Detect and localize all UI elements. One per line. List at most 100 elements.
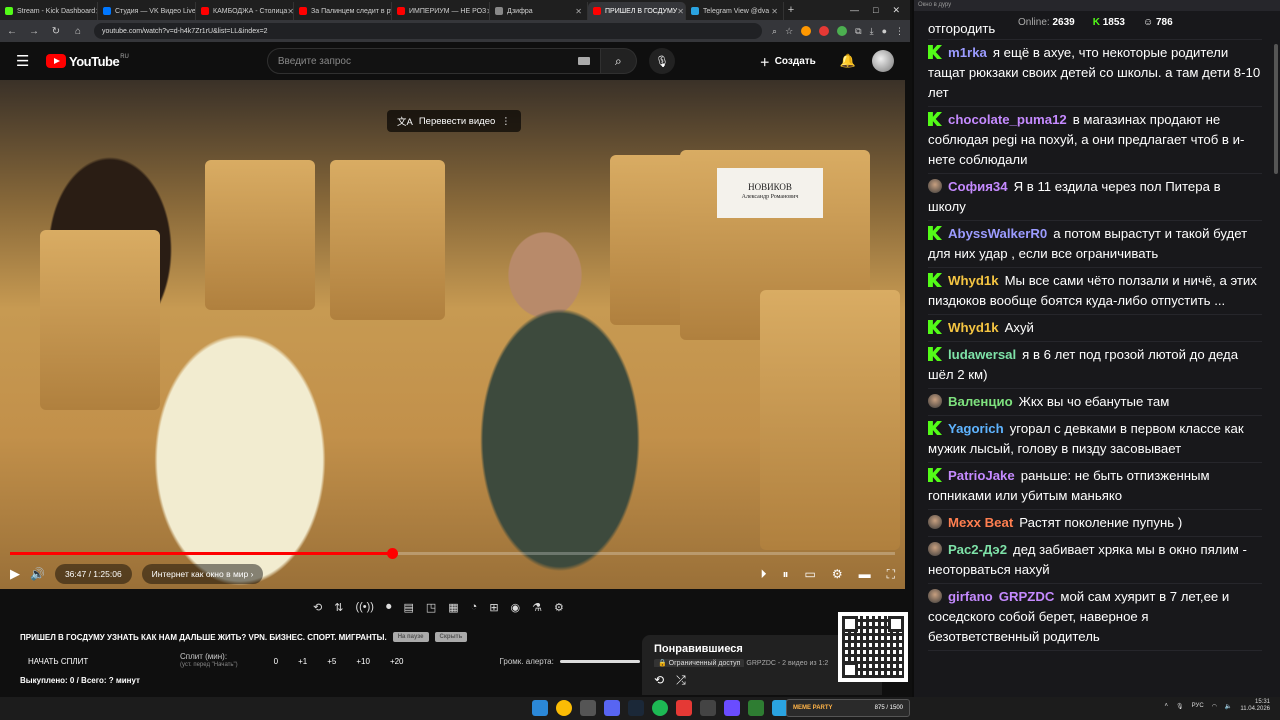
chat-username[interactable]: София34 <box>948 179 1008 194</box>
chapter-button[interactable]: Интернет как окно в мир › <box>141 564 264 584</box>
settings-gear-icon[interactable]: ⚙ <box>832 567 843 582</box>
sort-icon[interactable]: ⇅ <box>334 601 343 614</box>
fullscreen-icon[interactable]: ⛶ <box>887 567 895 582</box>
tab-close-icon[interactable]: ✕ <box>575 7 582 16</box>
keyboard-icon[interactable] <box>577 57 590 65</box>
chat-username[interactable]: Mexx Beat <box>948 515 1013 530</box>
search-button[interactable]: ⌕ <box>600 48 637 74</box>
chat-username[interactable]: Whyd1k <box>948 320 999 335</box>
reload-icon[interactable]: ↻ <box>50 26 62 37</box>
new-tab-icon[interactable]: + <box>784 4 798 16</box>
shuffle-icon[interactable]: ⤮ <box>676 673 686 688</box>
split-option-button[interactable]: +10 <box>356 657 370 666</box>
volume-icon[interactable]: 🔊 <box>30 567 45 581</box>
chat-username[interactable]: ludawersal <box>948 347 1016 362</box>
puzzle-icon[interactable]: ⧉ <box>855 26 861 37</box>
chat-username[interactable]: Yagorich <box>948 421 1004 436</box>
video-player[interactable]: НОВИКОВ Александр Романович 文A Перевести… <box>0 80 905 589</box>
home-icon[interactable]: ⌂ <box>72 26 84 37</box>
camera-icon[interactable]: ◉ <box>511 601 521 614</box>
discord-icon[interactable] <box>604 700 620 716</box>
loop-playlist-icon[interactable]: ⟲ <box>654 673 664 688</box>
clock[interactable]: 15:31 11.04.2026 <box>1240 699 1270 713</box>
tab[interactable]: Telegram View @dva ✕ <box>686 2 784 20</box>
chat-username[interactable]: Валенцио <box>948 394 1013 409</box>
split-option-button[interactable]: +5 <box>327 657 336 666</box>
media-player-icon[interactable] <box>724 700 740 716</box>
profile-icon[interactable]: ● <box>882 26 887 37</box>
explorer-icon[interactable] <box>580 700 596 716</box>
menu-dots-icon[interactable]: ⋮ <box>895 26 904 37</box>
subtitles-icon[interactable]: ▭ <box>804 567 815 582</box>
grid-icon[interactable]: ▦ <box>448 601 458 614</box>
gear-icon[interactable]: ⚙ <box>554 601 564 614</box>
chat-scrollbar[interactable] <box>1274 44 1278 174</box>
tab-close-icon[interactable]: ✕ <box>771 7 778 16</box>
theater-mode-icon[interactable]: ▬ <box>859 567 871 582</box>
extension-icon[interactable] <box>801 25 812 36</box>
alert-volume-slider[interactable] <box>559 659 640 663</box>
tab[interactable]: За Палинцем следит в ру✕ <box>294 2 392 20</box>
flask-icon[interactable]: ⚗ <box>532 601 542 614</box>
meme-party-widget[interactable]: MEME PARTY 875 / 1500 <box>786 699 910 717</box>
create-button[interactable]: ＋ Создать <box>750 49 826 73</box>
minimize-icon[interactable]: — <box>850 5 859 16</box>
split-option-button[interactable]: +20 <box>390 657 404 666</box>
voice-search-button[interactable]: 🎙 <box>648 48 675 74</box>
tab-close-icon[interactable]: ✕ <box>677 7 684 16</box>
status-badge[interactable]: На паузе <box>392 632 429 642</box>
translate-video-button[interactable]: 文A Перевести видео ⋮ <box>387 110 521 132</box>
tab[interactable]: Дзифра ✕ <box>490 2 588 20</box>
mic-icon[interactable]: 🎙 <box>1176 703 1184 710</box>
split-option-button[interactable]: +1 <box>298 657 307 666</box>
zoom-icon[interactable]: ⌕ <box>772 26 777 37</box>
volume-icon[interactable]: 🔈 <box>1225 703 1232 710</box>
chat-messages[interactable]: отгородить m1rka я ещё в ахуе, что некото… <box>914 22 1274 651</box>
more-dots-icon[interactable]: ⋮ <box>501 116 511 127</box>
extension-icon[interactable] <box>837 25 848 36</box>
add-icon[interactable]: ⊞ <box>489 601 498 614</box>
tab[interactable]: Stream - Kick Dashboard✕ <box>0 2 98 20</box>
steam-icon[interactable] <box>628 700 644 716</box>
windows-start-icon[interactable] <box>532 700 548 716</box>
spotify-icon[interactable] <box>652 700 668 716</box>
chat-username[interactable]: chocolate_puma12 <box>948 112 1067 127</box>
forward-icon[interactable]: → <box>28 26 40 37</box>
bookmark-star-icon[interactable]: ☆ <box>785 26 793 37</box>
tab[interactable]: ПРИШЕЛ В ГОСДУМУ ✕ <box>588 2 686 20</box>
language-indicator[interactable]: РУС <box>1192 703 1204 709</box>
start-split-button[interactable]: НАЧАТЬ СПЛИТ <box>28 657 180 666</box>
chat-username[interactable]: Whyd1k <box>948 273 999 288</box>
youtube-logo[interactable]: YouTube RU <box>46 54 129 69</box>
chat-username[interactable]: PatrioJake <box>948 468 1015 483</box>
hamburger-menu-icon[interactable]: ☰ <box>16 52 36 70</box>
chat-username[interactable]: Рас2-Дэ2 <box>948 542 1007 557</box>
search-input[interactable]: Введите запрос <box>266 48 601 74</box>
hide-button[interactable]: Скрыть <box>434 632 468 642</box>
chat-username[interactable]: m1rka <box>948 45 987 60</box>
autoplay-toggle-icon[interactable]: ⏵ <box>760 567 766 582</box>
chat-mention[interactable]: GRPZDC <box>999 589 1055 604</box>
app-icon[interactable] <box>748 700 764 716</box>
download-icon[interactable]: ⤓ <box>870 26 874 37</box>
obs-icon[interactable] <box>676 700 692 716</box>
chevron-up-icon[interactable]: ˄ <box>1165 703 1169 709</box>
broadcast-icon[interactable]: ((•)) <box>355 601 374 613</box>
tab[interactable]: Студия — VK Видео Live✕ <box>98 2 196 20</box>
maximize-icon[interactable]: □ <box>873 5 878 16</box>
tab[interactable]: ИМПЕРИУМ — НЕ РОЗ✕ <box>392 2 490 20</box>
close-icon[interactable]: ✕ <box>892 5 900 16</box>
url-input[interactable]: youtube.com/watch?v=d-h4k7Zr1rU&list=LL&… <box>94 23 763 39</box>
play-icon[interactable]: ▶ <box>10 566 20 582</box>
progress-scrubber[interactable] <box>387 548 399 559</box>
progress-bar[interactable] <box>10 548 895 559</box>
extension-icon[interactable] <box>819 25 830 36</box>
app-icon[interactable] <box>700 700 716 716</box>
chat-username[interactable]: AbyssWalkerR0 <box>948 226 1047 241</box>
tab-close-icon[interactable]: ✕ <box>287 7 293 16</box>
split-option-button[interactable]: 0 <box>274 657 278 666</box>
chat-username[interactable]: girfano <box>948 589 993 604</box>
tab[interactable]: КАМБОДЖА - Столица ✕ <box>196 2 294 20</box>
notifications-bell-icon[interactable]: 🔔 <box>840 53 856 69</box>
film-icon[interactable]: ▤ <box>403 601 413 614</box>
